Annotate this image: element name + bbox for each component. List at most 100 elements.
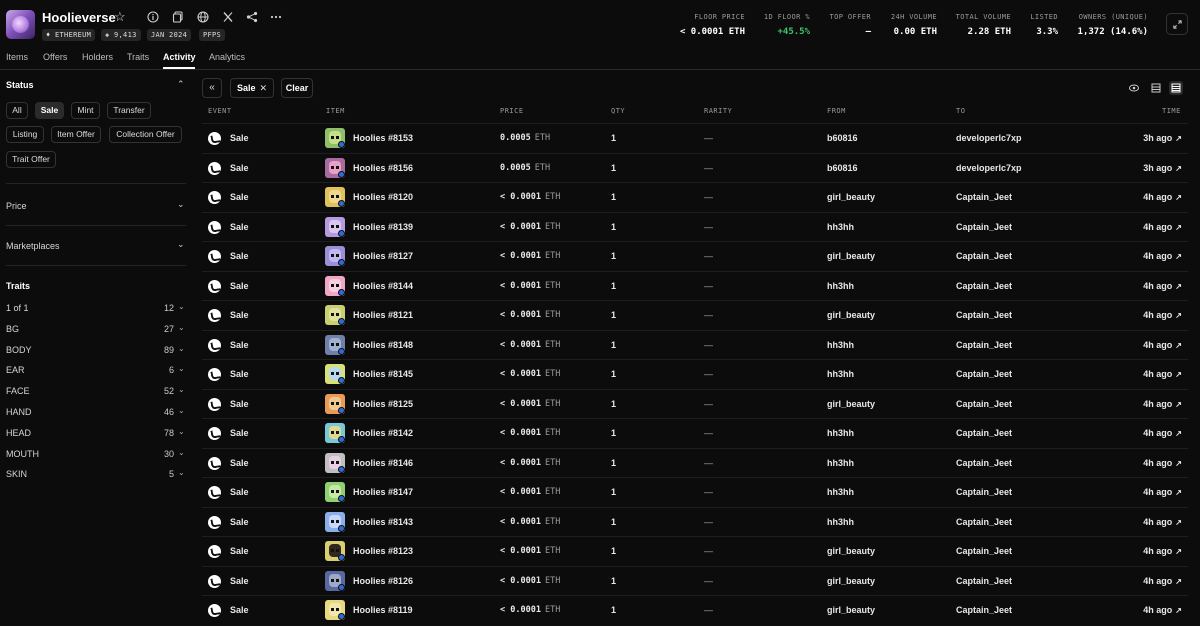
to-address[interactable]: Captain_Jeet [956, 272, 1012, 301]
collection-name[interactable]: Hoolieverse [42, 10, 116, 25]
trait-row[interactable]: BODY 89 ⌄ [0, 344, 190, 359]
to-address[interactable]: Captain_Jeet [956, 537, 1012, 566]
item-thumbnail[interactable] [325, 275, 345, 296]
trait-row[interactable]: HAND 46 ⌄ [0, 406, 190, 421]
external-link-icon[interactable]: ↗ [1175, 606, 1182, 615]
external-link-icon[interactable]: ↗ [1175, 488, 1182, 497]
tab-activity[interactable]: Activity [163, 52, 196, 62]
trait-row[interactable]: HEAD 78 ⌄ [0, 427, 190, 442]
expand-stats-button[interactable] [1166, 13, 1188, 35]
item-thumbnail[interactable] [325, 157, 345, 178]
event-time[interactable]: 4h ago ↗ [1143, 596, 1182, 625]
item-thumbnail[interactable] [325, 187, 345, 207]
from-address[interactable]: girl_beauty [827, 242, 875, 271]
tab-traits[interactable]: Traits [127, 52, 149, 62]
item-thumbnail[interactable] [325, 305, 345, 325]
trait-row[interactable]: BG 27 ⌄ [0, 323, 190, 338]
status-filter-mint[interactable]: Mint [71, 102, 100, 119]
item-name[interactable]: Hoolies #8144 [353, 272, 413, 301]
item-name[interactable]: Hoolies #8153 [353, 124, 413, 153]
more-icon[interactable] [270, 11, 282, 23]
trait-row[interactable]: SKIN 5 ⌄ [0, 468, 190, 483]
from-address[interactable]: hh3hh [827, 419, 854, 448]
tab-items[interactable]: Items [6, 52, 28, 62]
to-address[interactable]: developerlc7xp [956, 154, 1022, 183]
item-thumbnail[interactable] [325, 570, 345, 591]
to-address[interactable]: Captain_Jeet [956, 242, 1012, 271]
col-price[interactable]: PRICE [500, 107, 524, 115]
external-link-icon[interactable]: ↗ [1175, 193, 1182, 202]
from-address[interactable]: hh3hh [827, 331, 854, 360]
status-filter-item-offer[interactable]: Item Offer [51, 126, 101, 143]
info-icon[interactable] [147, 11, 159, 23]
event-time[interactable]: 4h ago ↗ [1143, 449, 1182, 478]
trait-row[interactable]: MOUTH 30 ⌄ [0, 448, 190, 463]
item-thumbnail[interactable] [325, 334, 345, 355]
external-link-icon[interactable]: ↗ [1175, 134, 1182, 143]
item-name[interactable]: Hoolies #8123 [353, 537, 413, 566]
external-link-icon[interactable]: ↗ [1175, 400, 1182, 409]
collection-avatar[interactable] [6, 10, 35, 39]
status-filter-collection-offer[interactable]: Collection Offer [109, 126, 182, 143]
collapse-sidebar-button[interactable]: « [202, 78, 222, 98]
chevron-down-icon[interactable]: ⌄ [178, 406, 185, 415]
event-time[interactable]: 4h ago ↗ [1143, 213, 1182, 242]
event-time[interactable]: 4h ago ↗ [1143, 508, 1182, 537]
external-link-icon[interactable]: ↗ [1175, 282, 1182, 291]
item-name[interactable]: Hoolies #8147 [353, 478, 413, 507]
globe-icon[interactable] [197, 11, 209, 23]
from-address[interactable]: hh3hh [827, 478, 854, 507]
chevron-down-icon[interactable]: ⌄ [178, 448, 185, 457]
list-view-icon[interactable] [1149, 81, 1163, 95]
col-rarity[interactable]: RARITY [704, 107, 732, 115]
eye-icon[interactable] [1127, 81, 1141, 95]
item-name[interactable]: Hoolies #8119 [353, 596, 413, 625]
status-filter-all[interactable]: All [6, 102, 28, 119]
event-time[interactable]: 4h ago ↗ [1143, 567, 1182, 596]
item-name[interactable]: Hoolies #8125 [353, 390, 413, 419]
table-view-icon[interactable] [1169, 81, 1183, 95]
table-row[interactable]: Sale Hoolies #8121 < 0.0001 ETH 1 — girl_beaut… [202, 300, 1188, 330]
external-link-icon[interactable]: ↗ [1175, 459, 1182, 468]
item-name[interactable]: Hoolies #8156 [353, 154, 413, 183]
chevron-down-icon[interactable]: ⌄ [178, 323, 185, 332]
status-filter-listing[interactable]: Listing [6, 126, 44, 143]
event-time[interactable]: 4h ago ↗ [1143, 478, 1182, 507]
table-row[interactable]: Sale Hoolies #8143 < 0.0001 ETH 1 — hh3hh Capta… [202, 506, 1188, 537]
status-filter-transfer[interactable]: Transfer [107, 102, 151, 119]
from-address[interactable]: hh3hh [827, 449, 854, 478]
item-thumbnail[interactable] [325, 600, 345, 620]
event-time[interactable]: 4h ago ↗ [1143, 419, 1182, 448]
table-row[interactable]: Sale Hoolies #8119 < 0.0001 ETH 1 — girl_beaut… [202, 595, 1188, 625]
table-row[interactable]: Sale Hoolies #8145 < 0.0001 ETH 1 — hh3hh Capta… [202, 359, 1188, 389]
item-thumbnail[interactable] [325, 452, 345, 473]
table-row[interactable]: Sale Hoolies #8147 < 0.0001 ETH 1 — hh3hh Capta… [202, 477, 1188, 507]
to-address[interactable]: Captain_Jeet [956, 449, 1012, 478]
item-thumbnail[interactable] [325, 541, 345, 561]
to-address[interactable]: Captain_Jeet [956, 331, 1012, 360]
table-row[interactable]: Sale Hoolies #8148 < 0.0001 ETH 1 — hh3hh Capta… [202, 329, 1188, 360]
to-address[interactable]: Captain_Jeet [956, 360, 1012, 389]
external-link-icon[interactable]: ↗ [1175, 164, 1182, 173]
status-section-title[interactable]: Status [6, 80, 34, 90]
from-address[interactable]: girl_beauty [827, 537, 875, 566]
chevron-down-icon[interactable]: ⌄ [178, 385, 185, 394]
external-link-icon[interactable]: ↗ [1175, 547, 1182, 556]
table-row[interactable]: Sale Hoolies #8146 < 0.0001 ETH 1 — hh3hh Capta… [202, 447, 1188, 478]
share-icon[interactable] [246, 11, 258, 23]
item-name[interactable]: Hoolies #8146 [353, 449, 413, 478]
from-address[interactable]: girl_beauty [827, 390, 875, 419]
external-link-icon[interactable]: ↗ [1175, 223, 1182, 232]
item-name[interactable]: Hoolies #8127 [353, 242, 413, 271]
item-thumbnail[interactable] [325, 511, 345, 532]
item-name[interactable]: Hoolies #8121 [353, 301, 413, 330]
from-address[interactable]: girl_beauty [827, 567, 875, 596]
item-name[interactable]: Hoolies #8145 [353, 360, 413, 389]
item-thumbnail[interactable] [325, 364, 345, 384]
item-thumbnail[interactable] [325, 393, 345, 414]
table-row[interactable]: Sale Hoolies #8120 < 0.0001 ETH 1 — girl_beaut… [202, 182, 1188, 212]
trait-row[interactable]: 1 of 1 12 ⌄ [0, 302, 190, 317]
table-row[interactable]: Sale Hoolies #8144 < 0.0001 ETH 1 — hh3hh Capta… [202, 270, 1188, 301]
event-time[interactable]: 4h ago ↗ [1143, 242, 1182, 271]
external-link-icon[interactable]: ↗ [1175, 429, 1182, 438]
